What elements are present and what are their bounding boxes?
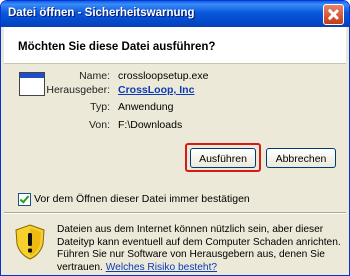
publisher-label: Herausgeber:: [46, 84, 110, 96]
type-value: Anwendung: [118, 101, 174, 113]
detail-row-publisher: Herausgeber: CrossLoop, Inc: [4, 84, 344, 98]
warning-panel: Dateien aus dem Internet können nützlich…: [4, 214, 346, 274]
name-value: crossloopsetup.exe: [118, 70, 209, 82]
confirm-checkbox-label[interactable]: Vor dem Öffnen dieser Datei immer bestät…: [34, 193, 250, 205]
detail-row-type: Typ: Anwendung: [4, 101, 344, 115]
detail-row-name: Name: crossloopsetup.exe: [4, 70, 344, 84]
detail-row-source: Von: F:\Downloads: [4, 119, 344, 133]
name-label: Name:: [79, 70, 110, 82]
title-bar[interactable]: Datei öffnen - Sicherheitswarnung: [1, 1, 349, 27]
file-details-panel: Name: crossloopsetup.exe Herausgeber: Cr…: [4, 64, 346, 191]
window-title: Datei öffnen - Sicherheitswarnung: [8, 7, 195, 19]
dialog-header: Möchten Sie diese Datei ausführen?: [4, 27, 346, 64]
run-question: Möchten Sie diese Datei ausführen?: [18, 41, 216, 53]
publisher-link[interactable]: CrossLoop, Inc: [118, 84, 194, 96]
close-icon[interactable]: [323, 4, 344, 25]
warning-shield-icon: [15, 224, 45, 260]
source-label: Von:: [88, 119, 110, 131]
warning-text-block: Dateien aus dem Internet können nützlich…: [57, 224, 342, 274]
confirm-checkbox[interactable]: [18, 193, 31, 206]
source-value: F:\Downloads: [118, 119, 183, 131]
run-button[interactable]: Ausführen: [190, 148, 256, 168]
security-warning-dialog: Datei öffnen - Sicherheitswarnung Möchte…: [0, 0, 350, 276]
confirm-checkbox-row[interactable]: Vor dem Öffnen dieser Datei immer bestät…: [4, 192, 346, 208]
risk-link[interactable]: Welches Risiko besteht?: [106, 262, 217, 273]
cancel-button[interactable]: Abbrechen: [266, 148, 336, 168]
type-label: Typ:: [90, 101, 110, 113]
